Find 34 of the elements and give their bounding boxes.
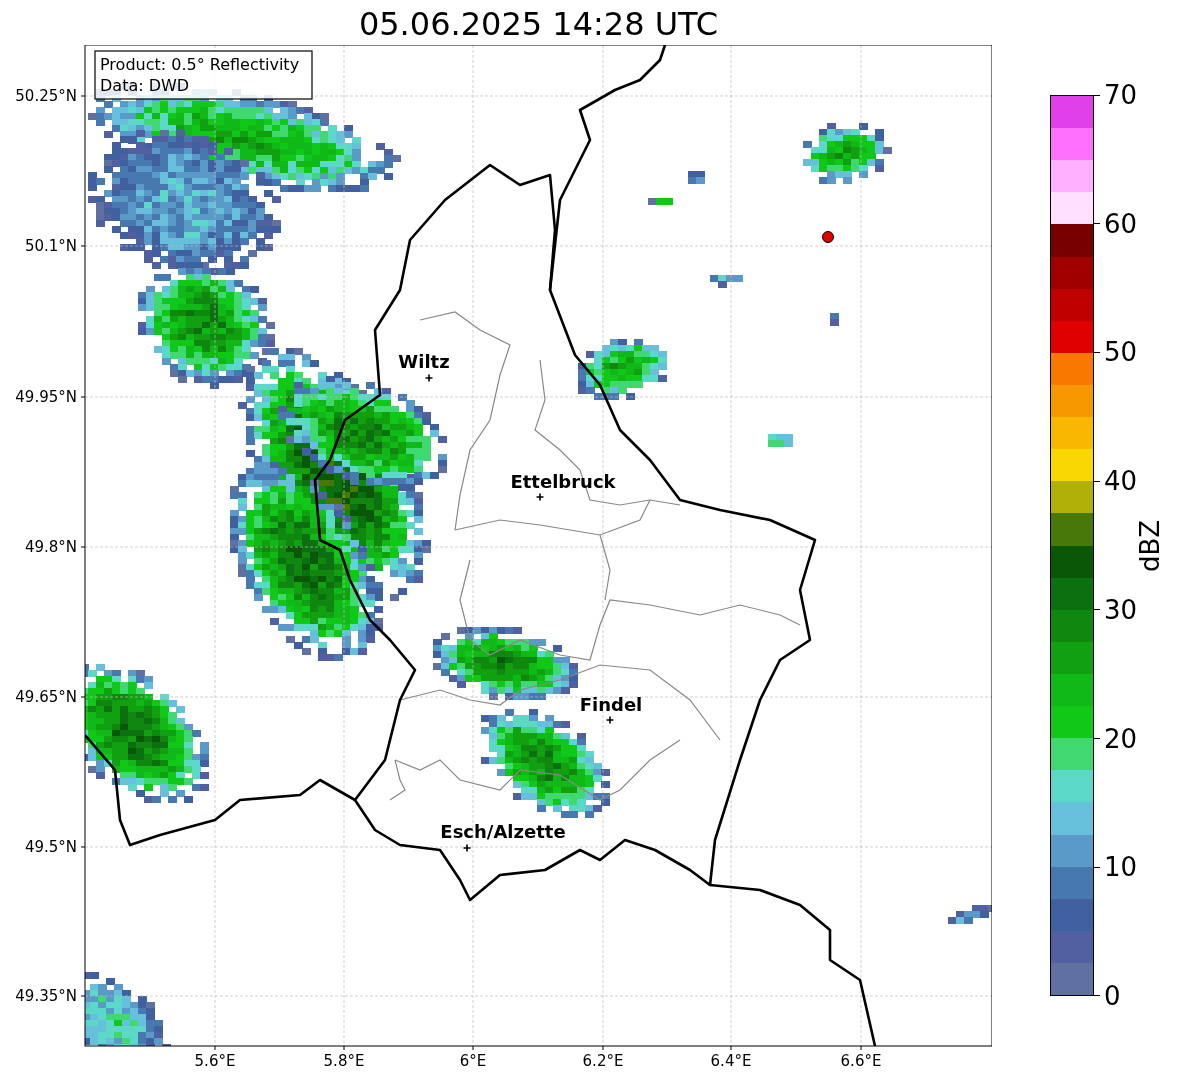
axis-tick-label: 6°E xyxy=(459,1052,487,1070)
city-label: Ettelbruck xyxy=(510,471,616,492)
radar-site-marker xyxy=(822,231,834,243)
info-text: Product: 0.5° Reflectivity xyxy=(100,55,300,74)
city-label: Esch/Alzette xyxy=(440,821,566,842)
colorbar-label: dBZ xyxy=(1135,519,1166,572)
city-marker-icon xyxy=(424,373,434,383)
colorbar-tick-label: 70 xyxy=(1104,80,1138,110)
axis-tick-label: 6.2°E xyxy=(582,1052,624,1070)
axis-tick-label: 50.25°N xyxy=(15,87,77,105)
axis-tick-label: 5.8°E xyxy=(323,1052,365,1070)
axis-tick-label: 5.6°E xyxy=(194,1052,236,1070)
city-marker-icon xyxy=(462,843,472,853)
colorbar-tick-label: 50 xyxy=(1104,337,1138,368)
city-marker-icon xyxy=(535,492,545,502)
colorbar-tick-label: 40 xyxy=(1104,466,1138,497)
axis-tick-label: 49.65°N xyxy=(15,688,77,706)
axis-tick-label: 49.35°N xyxy=(15,987,77,1005)
axis-tick-label: 50.1°N xyxy=(24,237,77,255)
axis-tick-label: 6.4°E xyxy=(710,1052,752,1070)
colorbar-tick-label: 10 xyxy=(1104,852,1138,883)
axis-tick-label: 49.95°N xyxy=(15,388,77,406)
colorbar-tick-label: 30 xyxy=(1104,594,1138,625)
city-label: Findel xyxy=(579,694,643,715)
chart-title: 05.06.2025 14:28 UTC xyxy=(357,4,720,44)
city-marker-icon xyxy=(605,715,615,725)
axis-tick-label: 49.5°N xyxy=(24,838,77,856)
info-text: Data: DWD xyxy=(100,76,190,95)
axis-tick-label: 49.8°N xyxy=(24,538,77,556)
colorbar-tick-label: 20 xyxy=(1104,723,1138,754)
colorbar-tick-label: 0 xyxy=(1104,980,1121,1011)
colorbar-tick-label: 60 xyxy=(1104,208,1138,239)
city-label: Wiltz xyxy=(398,351,450,372)
axis-tick-label: 6.6°E xyxy=(840,1052,882,1070)
